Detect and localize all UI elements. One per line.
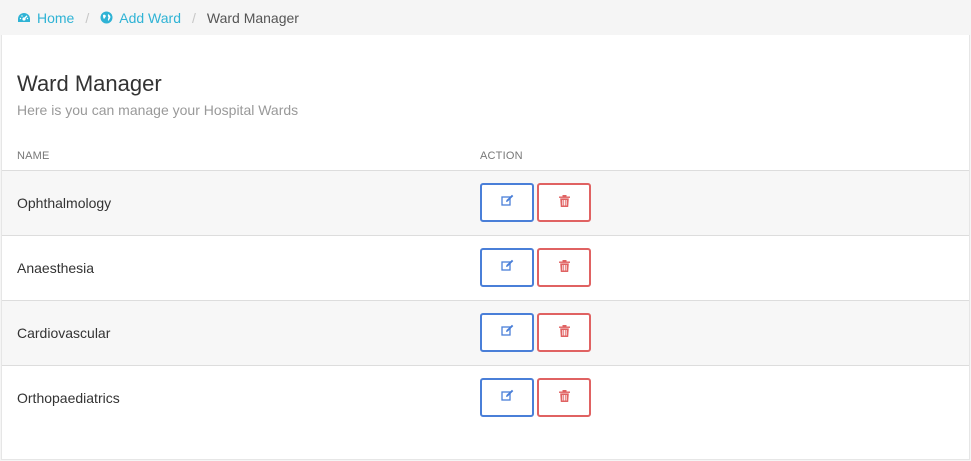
trash-icon bbox=[558, 324, 570, 342]
page-title: Ward Manager bbox=[17, 71, 162, 96]
breadcrumb-link-add-ward[interactable]: Add Ward bbox=[119, 10, 181, 26]
delete-button[interactable] bbox=[537, 248, 591, 287]
breadcrumb: Home / Add Ward / Ward Manager bbox=[0, 0, 971, 35]
ward-name: Orthopaediatrics bbox=[17, 390, 120, 406]
edit-icon bbox=[500, 324, 514, 342]
trash-icon bbox=[558, 389, 570, 407]
ward-name: Ophthalmology bbox=[17, 195, 112, 211]
page-subtitle: Here is you can manage your Hospital War… bbox=[17, 102, 299, 118]
ward-table: Ophthalmology Anaesthesia Cardiovascular… bbox=[2, 170, 969, 430]
breadcrumb-separator: / bbox=[85, 9, 90, 26]
edit-icon bbox=[500, 194, 514, 212]
table-row: Ophthalmology bbox=[2, 170, 969, 235]
breadcrumb-item-home[interactable]: Home bbox=[17, 10, 74, 26]
edit-icon bbox=[500, 259, 514, 277]
edit-button[interactable] bbox=[480, 183, 534, 222]
table-row: Anaesthesia bbox=[2, 235, 969, 300]
table-row: Orthopaediatrics bbox=[2, 365, 969, 430]
edit-icon bbox=[500, 389, 514, 407]
delete-button[interactable] bbox=[537, 313, 591, 352]
breadcrumb-separator: / bbox=[191, 9, 196, 26]
ward-name: Cardiovascular bbox=[17, 325, 111, 341]
ward-manager-panel: Ward Manager Here is you can manage your… bbox=[1, 35, 970, 460]
globe-icon bbox=[100, 11, 113, 24]
dashboard-icon bbox=[17, 12, 31, 24]
trash-icon bbox=[558, 194, 570, 212]
table-row: Cardiovascular bbox=[2, 300, 969, 365]
delete-button[interactable] bbox=[537, 183, 591, 222]
column-header-action: ACTION bbox=[480, 150, 523, 162]
ward-name: Anaesthesia bbox=[17, 260, 95, 276]
breadcrumb-item-add-ward[interactable]: Add Ward bbox=[100, 10, 181, 26]
breadcrumb-link-home[interactable]: Home bbox=[37, 10, 74, 26]
breadcrumb-item-current: Ward Manager bbox=[206, 9, 299, 26]
trash-icon bbox=[558, 259, 570, 277]
column-header-name: NAME bbox=[17, 150, 50, 162]
edit-button[interactable] bbox=[480, 378, 534, 417]
edit-button[interactable] bbox=[480, 313, 534, 352]
delete-button[interactable] bbox=[537, 378, 591, 417]
edit-button[interactable] bbox=[480, 248, 534, 287]
